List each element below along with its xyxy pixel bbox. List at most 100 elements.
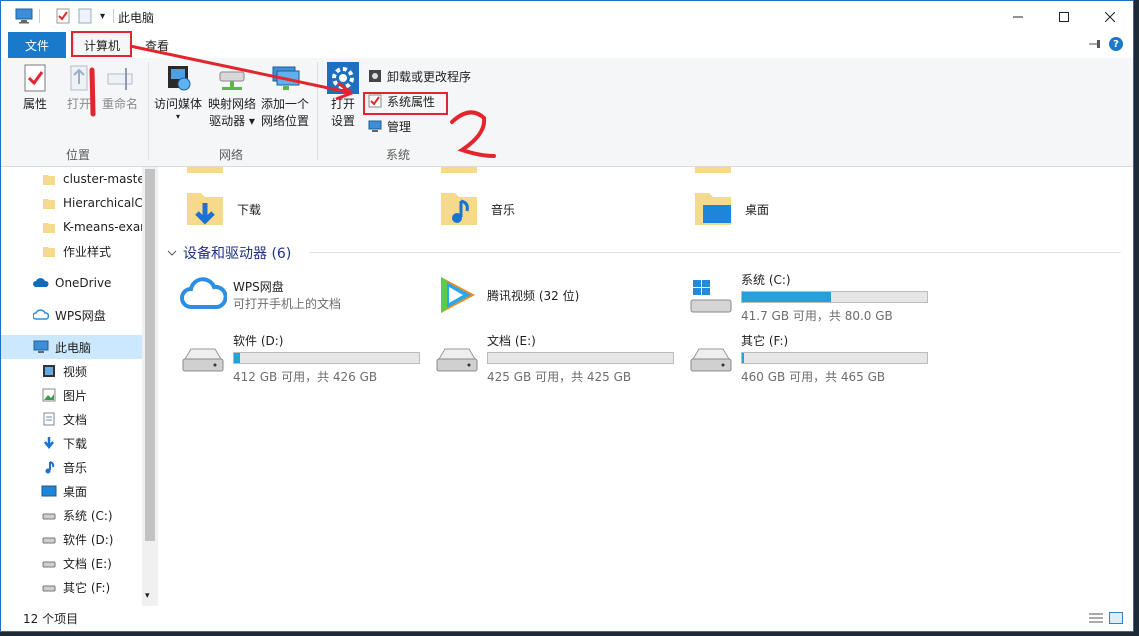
nav-item-label: 其它 (F:) <box>63 580 111 595</box>
manage-button[interactable]: 管理 <box>367 116 411 136</box>
drive-icon <box>182 348 224 371</box>
folder-label: 桌面 <box>745 202 770 217</box>
folder-tile-downloads[interactable]: 下载 <box>183 185 261 233</box>
maximize-button[interactable] <box>1041 1 1087 32</box>
add-network-location-button[interactable]: 添加一个 网络位置 <box>259 62 311 130</box>
nav-item-label: 文档 <box>63 412 88 427</box>
nav-item[interactable]: HierarchicalCl <box>1 191 142 215</box>
rename-icon <box>107 68 133 90</box>
nav-item[interactable]: 图片 <box>1 383 142 407</box>
nav-item[interactable]: K-means-exar <box>1 215 142 239</box>
drive-usage-fill <box>742 292 831 302</box>
uninstall-label: 卸载或更改程序 <box>387 69 472 84</box>
drive-free-space: 425 GB 可用，共 425 GB <box>487 370 632 384</box>
open-label: 打开 <box>66 97 91 111</box>
nav-item[interactable]: 桌面 <box>1 479 142 503</box>
tab-file[interactable]: 文件 <box>8 32 66 58</box>
nav-item-label: 系统 (C:) <box>63 508 113 523</box>
tiles-view-icon[interactable] <box>1109 612 1123 624</box>
nav-item[interactable]: 软件 (D:) <box>1 527 142 551</box>
this-pc-icon[interactable] <box>15 8 33 24</box>
nav-item[interactable]: 文档 <box>1 407 142 431</box>
nav-item[interactable]: cluster-maste <box>1 167 142 191</box>
nav-item-label: K-means-exar <box>63 220 142 234</box>
drive-tile-c[interactable]: 系统 (C:) 41.7 GB 可用，共 80.0 GB <box>687 271 928 324</box>
group-label-location: 位置 <box>65 148 90 162</box>
minimize-icon <box>1013 16 1023 17</box>
item-count: 12 个项目 <box>23 612 79 626</box>
wps-text: WPS网盘 可打开手机上的文档 <box>233 278 341 312</box>
nav-item[interactable]: OneDrive <box>1 271 142 295</box>
nav-item-label: 作业样式 <box>63 244 112 259</box>
pictures-icon <box>41 387 57 403</box>
desktop-icon <box>41 483 57 499</box>
devices-section-header[interactable]: 设备和驱动器 (6) <box>167 243 291 263</box>
drive-tile-e[interactable]: 文档 (E:) 425 GB 可用，共 425 GB <box>433 332 674 385</box>
window-title: 此电脑 <box>118 11 155 25</box>
uninstall-programs-button[interactable]: 卸载或更改程序 <box>367 66 471 86</box>
map-drive-label-2-text: 驱动器 <box>209 114 246 128</box>
nav-item[interactable]: 文档 (E:) <box>1 551 142 575</box>
drive-free-space: 412 GB 可用，共 426 GB <box>233 370 378 384</box>
view-toggle-group <box>1089 612 1123 624</box>
scroll-down-icon[interactable]: ▾ <box>145 591 150 601</box>
nav-item[interactable]: 视频 <box>1 359 142 383</box>
folder-icon <box>187 167 223 173</box>
help-icon[interactable]: ? <box>1109 37 1123 51</box>
network-location-icon <box>272 66 300 90</box>
nav-item-label: 下载 <box>63 436 88 451</box>
section-divider <box>309 252 1121 253</box>
ribbon: 属性 打开 重命名 位置 访问媒体 ▾ 映射网络 驱动器 ▾ 添加一个 网络位置… <box>1 58 1133 167</box>
nav-item[interactable]: 作业样式 <box>1 239 142 263</box>
access-media-button[interactable]: 访问媒体 ▾ <box>151 62 205 121</box>
customize-toolbar-icon[interactable]: ▾ <box>100 11 105 22</box>
nav-item-label: OneDrive <box>55 276 112 290</box>
properties-button[interactable]: 属性 <box>15 62 55 113</box>
drive-tile-f[interactable]: 其它 (F:) 460 GB 可用，共 465 GB <box>687 332 928 385</box>
nav-item-label: 软件 (D:) <box>63 532 114 547</box>
minimize-button[interactable] <box>995 1 1041 32</box>
windows-drive-icon <box>690 279 732 312</box>
tab-view[interactable]: 查看 <box>137 32 177 58</box>
open-button[interactable]: 打开 <box>59 62 99 113</box>
wps-cloud-tile[interactable]: WPS网盘 可打开手机上的文档 <box>179 271 341 319</box>
nav-item[interactable]: 此电脑 <box>1 335 142 359</box>
nav-item-label: WPS网盘 <box>55 308 106 323</box>
drive-icon <box>436 348 478 371</box>
nav-item[interactable]: 其它 (F:) <box>1 575 142 599</box>
drive-tile-d[interactable]: 软件 (D:) 412 GB 可用，共 426 GB <box>179 332 420 385</box>
nav-item[interactable]: 音乐 <box>1 455 142 479</box>
folder-icon <box>41 171 57 187</box>
nav-item[interactable]: 下载 <box>1 431 142 455</box>
folder-tile-desktop[interactable]: 桌面 <box>691 185 769 233</box>
nav-item-label: cluster-maste <box>63 172 142 186</box>
tencent-video-tile[interactable]: 腾讯视频 (32 位) <box>433 271 579 319</box>
close-button[interactable] <box>1087 1 1133 32</box>
drive-info: 软件 (D:) 412 GB 可用，共 426 GB <box>233 332 420 385</box>
nav-item-label: 音乐 <box>63 460 88 475</box>
nav-item-label: HierarchicalCl <box>63 196 142 210</box>
nav-item[interactable]: 系统 (C:) <box>1 503 142 527</box>
properties-icon[interactable] <box>56 8 70 24</box>
nav-scrollbar-thumb[interactable] <box>145 169 155 541</box>
map-network-drive-button[interactable]: 映射网络 驱动器 ▾ <box>205 62 259 130</box>
folder-tile-music[interactable]: 音乐 <box>437 185 515 233</box>
tencent-video-label: 腾讯视频 (32 位) <box>487 288 580 303</box>
this-pc-icon <box>33 339 49 355</box>
details-view-icon[interactable] <box>1089 612 1103 624</box>
ribbon-controls: ? <box>1089 37 1123 51</box>
drive-icon <box>41 579 57 595</box>
access-media-label: 访问媒体 <box>153 97 202 111</box>
pin-ribbon-icon[interactable] <box>1089 39 1101 49</box>
music-icon <box>41 459 57 475</box>
uninstall-icon <box>367 68 383 84</box>
wps-cloud-icon <box>180 277 227 309</box>
new-folder-icon[interactable] <box>78 8 92 24</box>
group-separator <box>148 62 149 160</box>
downloads-icon <box>41 435 57 451</box>
annotation-box-system-properties <box>363 92 448 115</box>
rename-button[interactable]: 重命名 <box>99 62 141 113</box>
drive-name: 软件 (D:) <box>233 334 284 348</box>
nav-item[interactable]: WPS网盘 <box>1 303 142 327</box>
open-settings-button[interactable]: 打开 设置 <box>323 62 363 130</box>
